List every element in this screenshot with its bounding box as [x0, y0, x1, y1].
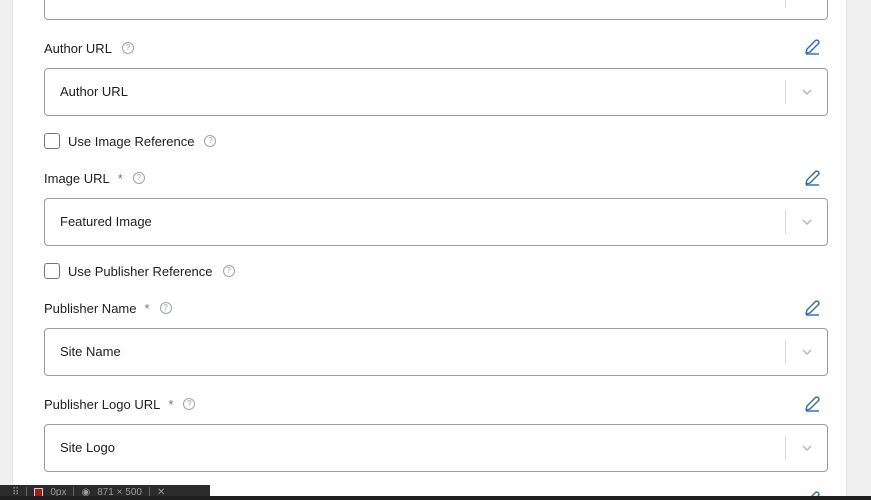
pencil-icon[interactable] — [803, 299, 821, 317]
use-image-reference-label: Use Image Reference — [68, 133, 195, 149]
chevron-down-icon[interactable] — [801, 86, 813, 98]
chevron-down-icon[interactable] — [801, 346, 813, 358]
help-icon[interactable]: ? — [132, 172, 145, 184]
required-asterisk: * — [144, 300, 150, 316]
publisher-logo-url-label: Publisher Logo URL * ? — [44, 395, 196, 413]
select-divider — [785, 340, 786, 364]
author-url-select[interactable]: Author URL — [44, 68, 828, 116]
author-url-label: Author URL ? — [44, 39, 134, 57]
bottom-edge — [0, 496, 871, 500]
chevron-down-icon[interactable] — [801, 442, 813, 454]
use-publisher-reference-checkbox[interactable] — [44, 263, 60, 279]
schema-settings-panel: Author Name Author URL ? Author URL Use … — [12, 0, 847, 500]
select-divider — [785, 80, 786, 104]
image-url-label: Image URL * ? — [44, 169, 145, 187]
help-icon[interactable]: ? — [159, 302, 172, 314]
select-divider — [785, 210, 786, 234]
help-icon[interactable]: ? — [222, 265, 235, 277]
use-image-reference-checkbox[interactable] — [44, 133, 60, 149]
help-icon[interactable]: ? — [204, 135, 217, 147]
publisher-logo-url-select[interactable]: Site Logo — [44, 424, 828, 472]
required-asterisk: * — [168, 396, 174, 412]
pencil-icon[interactable] — [803, 169, 821, 187]
publisher-name-value: Site Name — [60, 344, 121, 359]
required-asterisk: * — [117, 170, 123, 186]
author-name-value: Author Name — [60, 0, 137, 19]
use-image-reference-row: Use Image Reference ? — [44, 132, 217, 150]
help-icon[interactable]: ? — [183, 398, 196, 410]
pencil-icon[interactable] — [803, 38, 821, 56]
select-divider — [785, 0, 786, 8]
select-divider — [785, 436, 786, 460]
image-url-value: Featured Image — [60, 214, 152, 229]
publisher-name-select[interactable]: Site Name — [44, 328, 828, 376]
publisher-logo-url-value: Site Logo — [60, 440, 115, 455]
help-icon[interactable]: ? — [121, 42, 134, 54]
publisher-name-label: Publisher Name * ? — [44, 299, 172, 317]
use-publisher-reference-label: Use Publisher Reference — [68, 263, 213, 279]
pencil-icon[interactable] — [803, 395, 821, 413]
use-publisher-reference-row: Use Publisher Reference ? — [44, 262, 235, 280]
image-url-select[interactable]: Featured Image — [44, 198, 828, 246]
author-name-select[interactable]: Author Name — [44, 0, 828, 20]
chevron-down-icon[interactable] — [801, 216, 813, 228]
author-url-value: Author URL — [60, 84, 128, 99]
